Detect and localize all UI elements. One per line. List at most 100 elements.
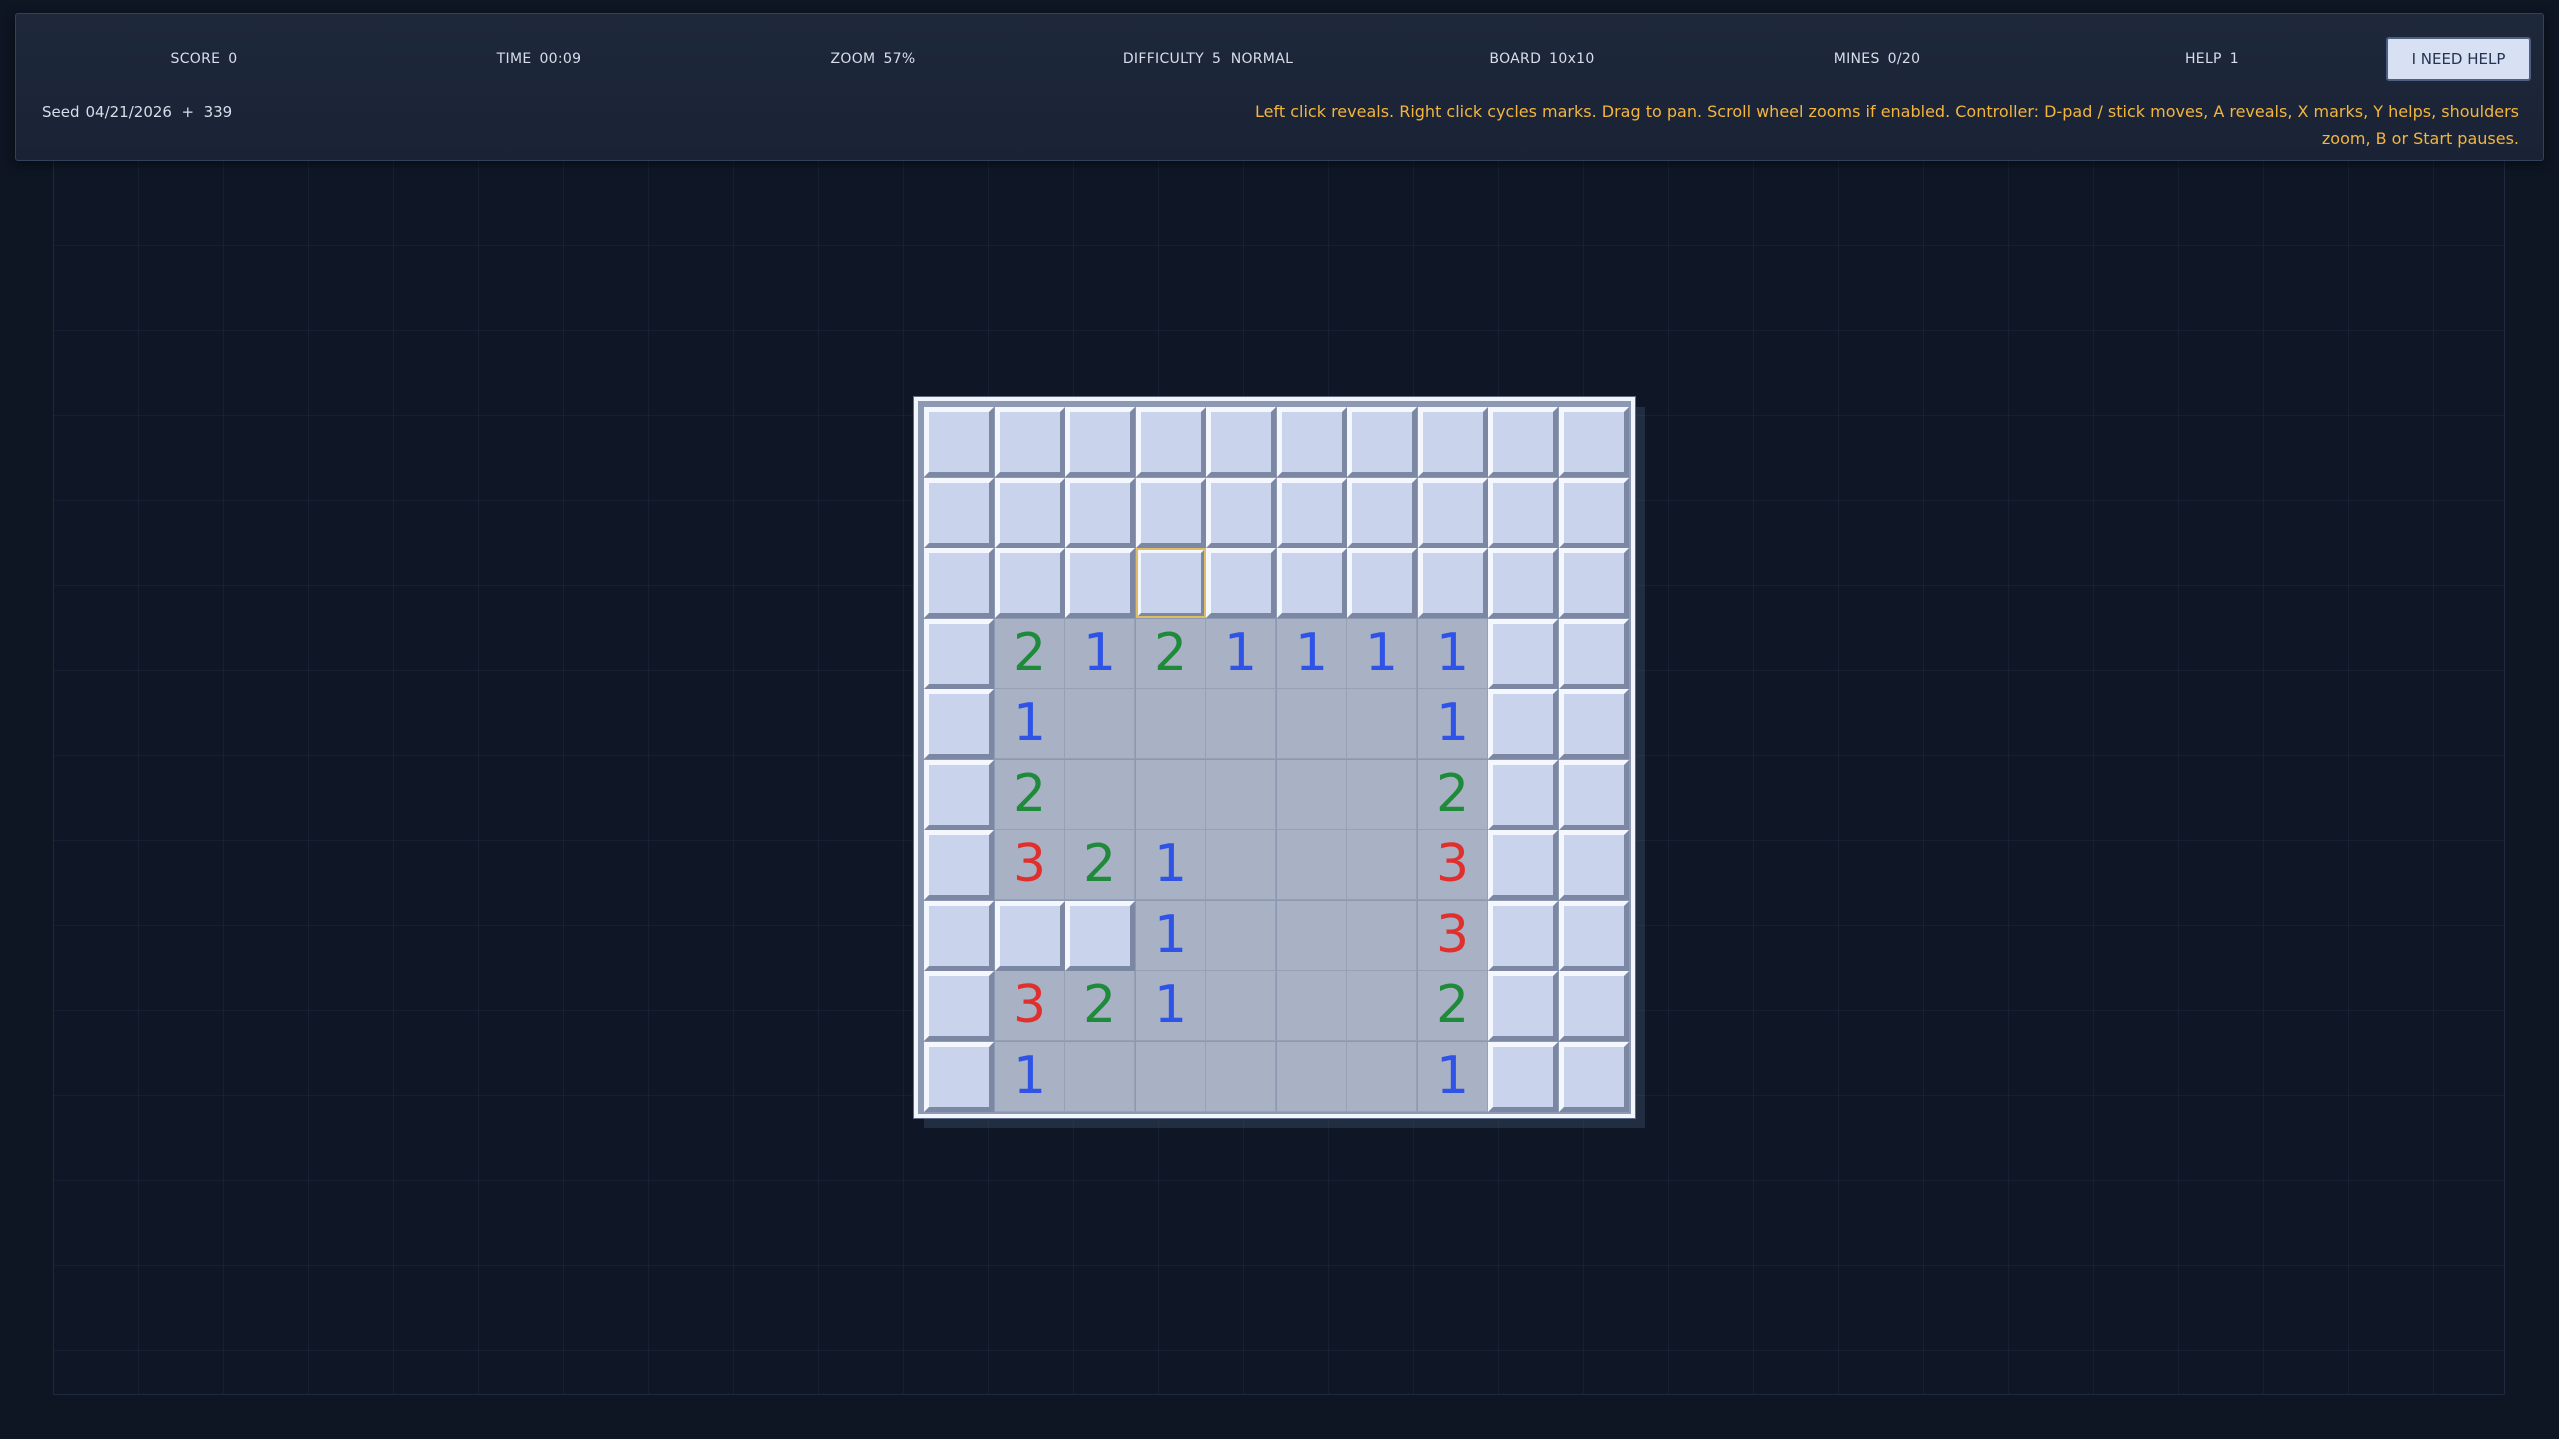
hidden-cell[interactable]: [1418, 478, 1488, 548]
hidden-cell[interactable]: [995, 407, 1065, 477]
hidden-cell[interactable]: [995, 548, 1065, 618]
hidden-cell[interactable]: [1488, 1042, 1558, 1112]
revealed-empty-cell: [1206, 1042, 1276, 1112]
difficulty-value: 5 NORMAL: [1211, 51, 1294, 67]
hidden-cell[interactable]: [924, 407, 994, 477]
hidden-cell[interactable]: [1488, 830, 1558, 900]
hidden-cell[interactable]: [1559, 1042, 1629, 1112]
hidden-cell[interactable]: [924, 760, 994, 830]
help-stat: HELP 1: [2185, 51, 2239, 67]
difficulty-stat: DIFFICULTY 5 NORMAL: [1123, 51, 1293, 67]
time-stat: TIME 00:09: [497, 51, 582, 67]
hidden-cell[interactable]: [1559, 971, 1629, 1041]
seed-label: Seed: [42, 103, 80, 121]
hidden-cell[interactable]: [1559, 478, 1629, 548]
revealed-number-cell: 3: [1418, 901, 1488, 971]
hidden-cell[interactable]: [1206, 548, 1276, 618]
revealed-empty-cell: [1277, 971, 1347, 1041]
time-value: 00:09: [539, 51, 582, 67]
hidden-cell[interactable]: [924, 478, 994, 548]
revealed-empty-cell: [1206, 760, 1276, 830]
hidden-cell[interactable]: [1488, 548, 1558, 618]
score-label: SCORE: [170, 51, 221, 67]
revealed-empty-cell: [1277, 760, 1347, 830]
hidden-cell[interactable]: [1488, 689, 1558, 759]
hidden-cell[interactable]: [995, 901, 1065, 971]
hidden-cell[interactable]: [1488, 901, 1558, 971]
hidden-cell[interactable]: [1065, 548, 1135, 618]
mines-label: MINES: [1833, 51, 1880, 67]
time-label: TIME: [496, 51, 532, 67]
revealed-number-cell: 3: [1418, 830, 1488, 900]
hidden-cell[interactable]: [924, 901, 994, 971]
hidden-cell[interactable]: [1488, 407, 1558, 477]
hud-bar: SCORE 0 TIME 00:09 ZOOM 57% DIFFICULTY 5 NOR…: [15, 13, 2544, 161]
revealed-empty-cell: [1277, 901, 1347, 971]
revealed-empty-cell: [1206, 901, 1276, 971]
hidden-cell[interactable]: [1418, 548, 1488, 618]
revealed-empty-cell: [1136, 760, 1206, 830]
revealed-number-cell: 2: [1065, 830, 1135, 900]
hidden-cell[interactable]: [1488, 971, 1558, 1041]
hidden-cell[interactable]: [924, 548, 994, 618]
hidden-cell[interactable]: [1065, 407, 1135, 477]
revealed-empty-cell: [1277, 830, 1347, 900]
revealed-empty-cell: [1136, 689, 1206, 759]
revealed-number-cell: 1: [1136, 830, 1206, 900]
hidden-cell[interactable]: [924, 1042, 994, 1112]
hidden-cell[interactable]: [924, 830, 994, 900]
revealed-number-cell: 1: [1065, 619, 1135, 689]
revealed-empty-cell: [1206, 830, 1276, 900]
hidden-cell[interactable]: [924, 971, 994, 1041]
hidden-cell[interactable]: [1277, 548, 1347, 618]
hidden-cell[interactable]: [1277, 478, 1347, 548]
revealed-number-cell: 1: [1277, 619, 1347, 689]
hidden-cell[interactable]: [1559, 830, 1629, 900]
hidden-cell[interactable]: [1206, 407, 1276, 477]
hidden-cell[interactable]: [995, 478, 1065, 548]
revealed-empty-cell: [1065, 760, 1135, 830]
revealed-empty-cell: [1347, 760, 1417, 830]
zoom-value: 57%: [883, 51, 916, 67]
hidden-cell[interactable]: [1347, 548, 1417, 618]
revealed-empty-cell: [1277, 689, 1347, 759]
revealed-empty-cell: [1065, 1042, 1135, 1112]
hidden-cell[interactable]: [1559, 619, 1629, 689]
revealed-number-cell: 2: [1418, 760, 1488, 830]
hidden-cell[interactable]: [1559, 901, 1629, 971]
hidden-cell[interactable]: [1065, 901, 1135, 971]
score-value: 0: [228, 51, 238, 67]
hidden-cell[interactable]: [1559, 689, 1629, 759]
hidden-cell[interactable]: [1206, 478, 1276, 548]
hidden-cell[interactable]: [1488, 619, 1558, 689]
revealed-empty-cell: [1347, 971, 1417, 1041]
hidden-cell[interactable]: [1347, 478, 1417, 548]
hidden-cell[interactable]: [1136, 478, 1206, 548]
hidden-cell[interactable]: [924, 619, 994, 689]
hidden-cell[interactable]: [1065, 478, 1135, 548]
revealed-empty-cell: [1206, 971, 1276, 1041]
mines-stat: MINES 0/20: [1834, 51, 1921, 67]
revealed-empty-cell: [1277, 1042, 1347, 1112]
hidden-cell[interactable]: [1418, 407, 1488, 477]
hidden-cell[interactable]: [924, 689, 994, 759]
hidden-cell[interactable]: [1559, 407, 1629, 477]
hidden-cell[interactable]: [1277, 407, 1347, 477]
revealed-number-cell: 2: [1418, 971, 1488, 1041]
hidden-cell[interactable]: [1559, 548, 1629, 618]
selected-cell[interactable]: [1136, 548, 1206, 618]
score-stat: SCORE 0: [171, 51, 238, 67]
i-need-help-button[interactable]: I NEED HELP: [2386, 37, 2531, 81]
zoom-label: ZOOM: [830, 51, 876, 67]
revealed-empty-cell: [1136, 1042, 1206, 1112]
game-viewport: SCORE 0 TIME 00:09 ZOOM 57% DIFFICULTY 5 NOR…: [0, 0, 2559, 1439]
hidden-cell[interactable]: [1347, 407, 1417, 477]
hidden-cell[interactable]: [1136, 407, 1206, 477]
hidden-cell[interactable]: [1559, 760, 1629, 830]
hidden-cell[interactable]: [1488, 478, 1558, 548]
revealed-number-cell: 1: [1206, 619, 1276, 689]
revealed-number-cell: 2: [1136, 619, 1206, 689]
hidden-cell[interactable]: [1488, 760, 1558, 830]
controls-instructions: Left click reveals. Right click cycles m…: [1255, 102, 2519, 148]
board-label: BOARD: [1489, 51, 1542, 67]
